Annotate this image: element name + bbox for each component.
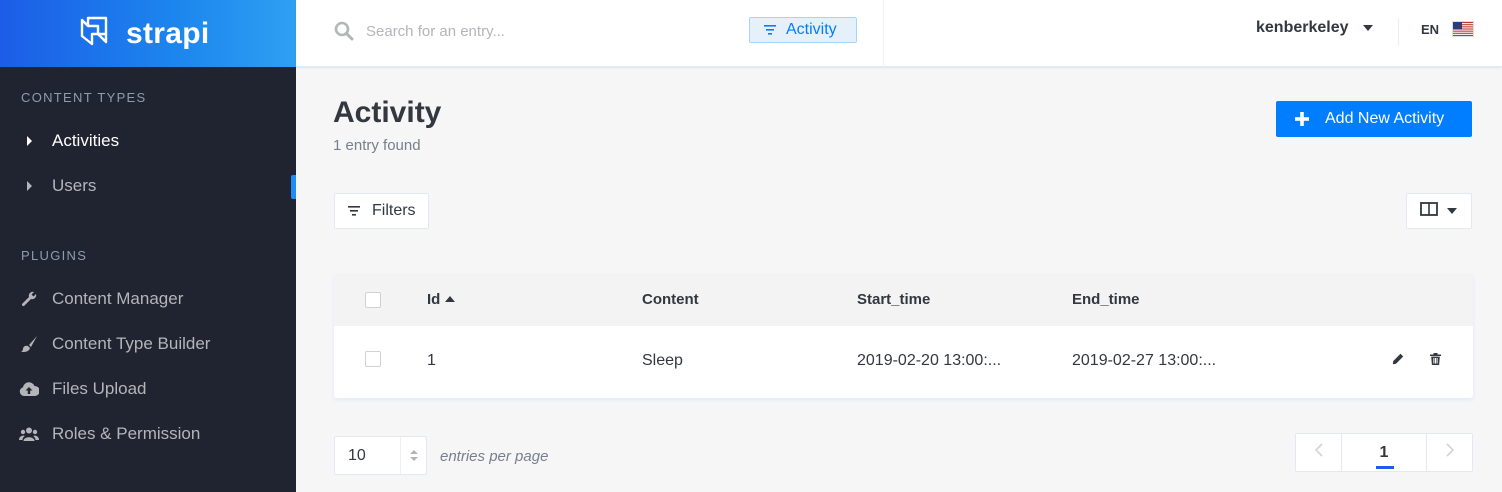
cell-content: Sleep — [642, 352, 683, 369]
entry-count: 1 entry found — [333, 137, 421, 154]
column-header-content[interactable]: Content — [642, 291, 699, 308]
plugins-title: Plugins — [21, 248, 88, 263]
search-input[interactable] — [366, 18, 726, 44]
add-new-button[interactable]: Add New Activity — [1276, 101, 1472, 137]
header-divider — [883, 0, 884, 67]
caret-down-icon — [1362, 25, 1373, 31]
per-page-label: entries per page — [440, 448, 549, 465]
plus-icon — [1295, 112, 1309, 126]
chevron-right-icon — [1445, 443, 1454, 462]
username: kenberkeley — [1256, 19, 1349, 36]
paint-brush-icon — [19, 335, 39, 353]
cloud-upload-icon — [19, 381, 39, 397]
users-icon — [19, 426, 39, 442]
top-header: Activity kenberkeley EN — [296, 0, 1502, 67]
scroll-indicator — [291, 175, 296, 199]
next-page-button[interactable] — [1426, 434, 1472, 471]
caret-right-icon — [27, 136, 32, 146]
language-code: EN — [1421, 21, 1440, 37]
edit-icon[interactable] — [1392, 353, 1404, 365]
sidebar-item-content-manager[interactable]: Content Manager — [0, 279, 296, 319]
caret-down-icon — [1447, 208, 1457, 214]
chevron-left-icon — [1314, 443, 1323, 462]
add-new-label: Add New Activity — [1325, 110, 1445, 127]
sidebar-item-activities[interactable]: Activities — [0, 121, 296, 161]
search-icon[interactable] — [334, 21, 354, 46]
strapi-logo-icon — [78, 12, 116, 55]
page-title: Activity — [333, 96, 442, 129]
current-page-indicator — [1376, 466, 1394, 469]
sidebar-item-label: Files Upload — [52, 379, 147, 398]
brand-name: strapi — [126, 16, 210, 50]
columns-toggle-button[interactable] — [1406, 193, 1472, 229]
column-header-end-time[interactable]: End_time — [1072, 291, 1140, 308]
search-scope-tag[interactable]: Activity — [749, 17, 857, 43]
sidebar-item-label: Activities — [52, 131, 120, 150]
delete-icon[interactable] — [1430, 353, 1441, 365]
sort-ascending-icon — [445, 296, 456, 302]
per-page-value: 10 — [348, 447, 366, 464]
cell-start-time: 2019-02-20 13:00:... — [857, 352, 1002, 369]
wrench-icon — [19, 290, 39, 308]
user-menu[interactable]: kenberkeley — [1256, 19, 1373, 37]
content-types-title: Content Types — [21, 90, 147, 105]
filter-icon — [764, 25, 776, 35]
cell-id: 1 — [427, 352, 436, 369]
sidebar-item-label: Roles & Permission — [52, 424, 201, 443]
filters-label: Filters — [372, 202, 416, 219]
per-page-select[interactable]: 10 — [334, 436, 427, 475]
sidebar-item-users[interactable]: Users — [0, 166, 296, 206]
pagination: 1 — [1295, 433, 1473, 472]
column-header-start-time[interactable]: Start_time — [857, 291, 930, 308]
column-label: Id — [427, 291, 441, 308]
us-flag-icon — [1452, 21, 1475, 37]
select-all-checkbox[interactable] — [365, 292, 381, 308]
filter-icon — [348, 206, 360, 216]
sidebar-item-roles-permission[interactable]: Roles & Permission — [0, 414, 296, 454]
sidebar-item-label: Users — [52, 176, 97, 195]
filters-button[interactable]: Filters — [334, 193, 429, 229]
table-header: Id Content Start_time End_time — [334, 274, 1473, 326]
brand-header[interactable]: strapi — [0, 0, 296, 67]
row-checkbox[interactable] — [365, 351, 381, 367]
previous-page-button[interactable] — [1296, 434, 1342, 471]
sidebar-item-label: Content Type Builder — [52, 334, 211, 353]
header-divider — [1398, 18, 1399, 46]
cell-end-time: 2019-02-27 13:00:... — [1072, 352, 1217, 369]
sidebar-item-content-type-builder[interactable]: Content Type Builder — [0, 324, 296, 364]
strapi-logo[interactable]: strapi — [78, 12, 210, 55]
column-header-id[interactable]: Id — [427, 291, 456, 308]
stepper-arrows-icon — [400, 437, 426, 474]
search-scope-label: Activity — [786, 21, 837, 38]
language-selector[interactable]: EN — [1421, 21, 1475, 37]
columns-icon — [1420, 201, 1438, 221]
sidebar: strapi Content Types Activities Users Pl… — [0, 0, 296, 492]
entries-table: Id Content Start_time End_time 1 Sleep 2… — [334, 274, 1473, 398]
sidebar-item-files-upload[interactable]: Files Upload — [0, 369, 296, 409]
sidebar-item-label: Content Manager — [52, 289, 184, 308]
caret-right-icon — [27, 181, 32, 191]
